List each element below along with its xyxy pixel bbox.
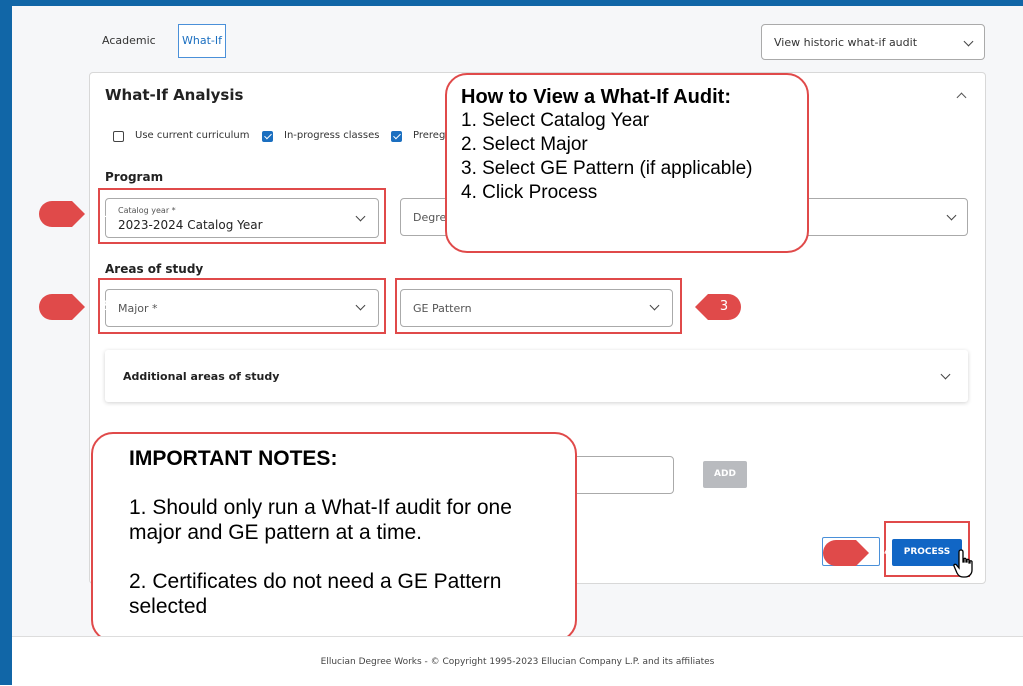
how-to-step: 3. Select GE Pattern (if applicable) [461,158,753,179]
areas-of-study-label: Areas of study [105,262,204,276]
chevron-down-icon [940,369,951,380]
page-title: What-If Analysis [105,86,244,104]
highlight-major [98,278,386,334]
copyright-text: Ellucian Degree Works - © Copyright 1995… [320,657,715,667]
chevron-down-icon [963,36,974,47]
how-to-step: 4. Click Process [461,182,598,203]
tab-what-if[interactable]: What-If [178,24,226,58]
how-to-callout: How to View a What-If Audit: 1. Select C… [445,73,809,253]
historic-audit-value: View historic what-if audit [774,36,918,49]
window-frame-left [0,0,12,685]
additional-areas-accordion[interactable]: Additional areas of study [105,350,968,402]
additional-input[interactable] [560,456,674,494]
note-1: 1. Should only run a What-If audit for o… [129,496,512,544]
program-label: Program [105,170,164,184]
important-notes-callout: IMPORTANT NOTES: 1. Should only run a Wh… [91,432,577,642]
degree-placeholder: Degre [413,211,447,224]
highlight-catalog-year [98,188,386,244]
use-current-curriculum-checkbox[interactable] [113,131,124,142]
step-marker-1: 1 [38,200,108,228]
step-marker-3: 3 [694,293,742,321]
step-marker-4: 4 [822,539,892,567]
in-progress-classes-checkbox[interactable] [262,131,273,142]
prereg-label: Prereg [413,130,446,141]
how-to-step: 2. Select Major [461,134,588,155]
add-button[interactable]: ADD [703,461,747,488]
chevron-down-icon [946,210,957,221]
step-marker-2: 2 [38,293,108,321]
note-2: 2. Certificates do not need a GE Pattern… [129,570,502,618]
use-current-curriculum-label: Use current curriculum [135,130,250,141]
how-to-step: 1. Select Catalog Year [461,110,650,131]
prereg-checkbox[interactable] [391,131,402,142]
highlight-ge-pattern [395,278,682,334]
how-to-heading: How to View a What-If Audit: [461,86,731,108]
hand-cursor-icon [953,549,973,578]
in-progress-classes-label: In-progress classes [284,130,380,141]
notes-heading: IMPORTANT NOTES: [129,447,338,470]
page-footer: Ellucian Degree Works - © Copyright 1995… [12,636,1023,686]
historic-audit-select[interactable]: View historic what-if audit [761,24,985,60]
additional-areas-label: Additional areas of study [123,370,280,383]
tab-academic[interactable]: Academic [102,34,156,47]
